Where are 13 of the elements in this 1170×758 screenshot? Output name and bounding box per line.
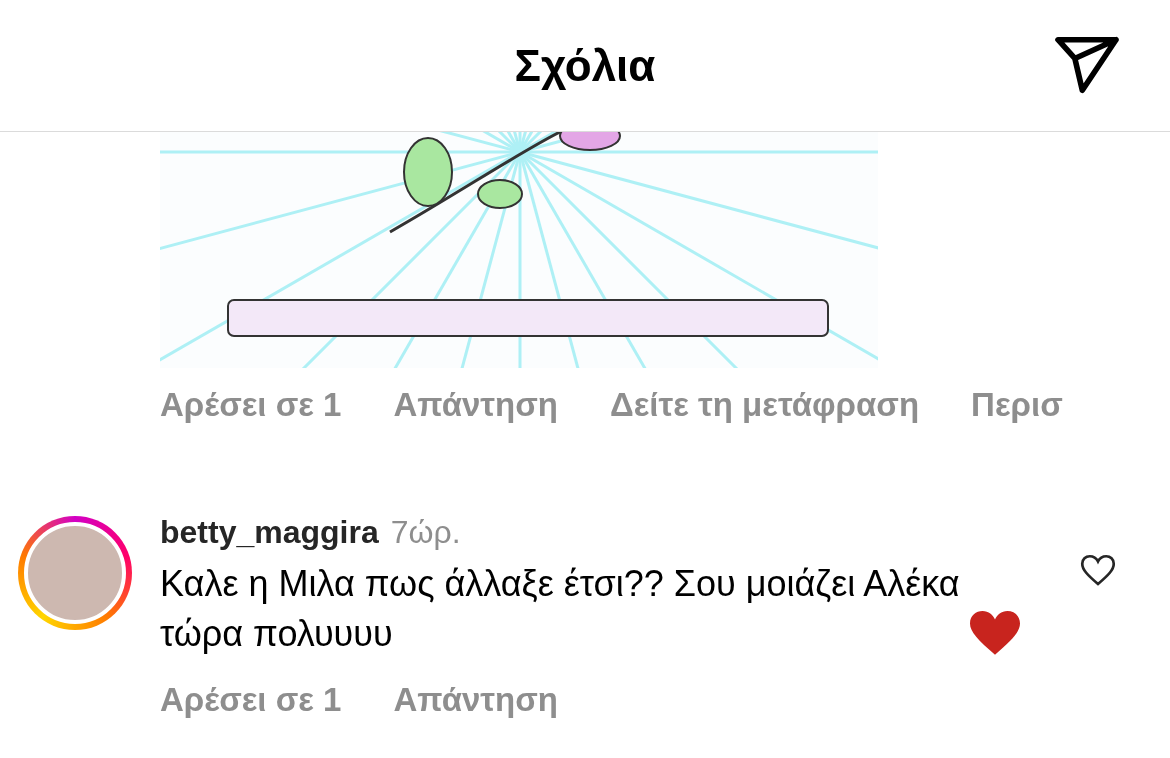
page-title: Σχόλια bbox=[514, 40, 656, 91]
comment-action-link[interactable]: Περισ bbox=[971, 386, 1063, 426]
send-icon[interactable] bbox=[1054, 36, 1120, 94]
comment-action-link[interactable]: Απάντηση bbox=[393, 386, 558, 426]
comment-action-link[interactable]: Απάντηση bbox=[393, 681, 558, 719]
heart-icon bbox=[970, 611, 1020, 657]
username[interactable]: betty_maggira bbox=[160, 514, 379, 551]
comment-action-link[interactable]: Αρέσει σε 1 bbox=[160, 681, 342, 719]
comment-action-link[interactable]: Δείτε τη μετάφραση bbox=[609, 386, 920, 426]
timestamp: 7ώρ. bbox=[390, 514, 461, 551]
like-heart-icon[interactable] bbox=[1080, 554, 1116, 587]
comment-action-link[interactable]: Αρέσει σε 1 bbox=[160, 386, 342, 426]
comment-text: Καλε η Μιλα πως άλλαξε έτσι?? Σου μοιάζει Αλέκα τώρα πολυυυυ bbox=[160, 562, 960, 656]
